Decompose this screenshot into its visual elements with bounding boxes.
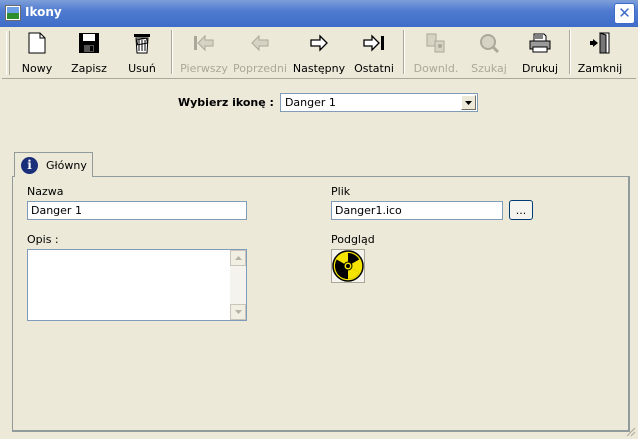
description-field[interactable] (27, 249, 247, 321)
tab-panel: Nazwa Danger 1 Opis : Plik Danger1.ico .… (12, 176, 630, 432)
download-icon (424, 31, 448, 55)
icon-selector-label: Wybierz ikonę : (178, 96, 274, 109)
first-record-icon (192, 31, 216, 55)
close-button[interactable]: Zamknij (575, 27, 625, 77)
browse-button[interactable]: ... (509, 200, 533, 220)
title-bar: Ikony ✕ (0, 0, 638, 27)
exit-door-icon (588, 31, 612, 55)
new-button[interactable]: Nowy (13, 27, 61, 77)
previous-button[interactable]: Poprzedni (231, 27, 289, 77)
next-button[interactable]: Następny (289, 27, 349, 77)
icon-select-value: Danger 1 (284, 96, 336, 109)
printer-icon (528, 31, 552, 55)
scroll-down-icon[interactable] (230, 304, 246, 320)
description-label: Opis : (27, 233, 59, 246)
save-button[interactable]: Zapisz (61, 27, 117, 77)
trash-bin-icon (130, 31, 154, 55)
toolbar-grip[interactable] (6, 31, 10, 75)
file-label: Plik (331, 185, 351, 198)
icon-select[interactable]: Danger 1 (279, 93, 478, 112)
first-button[interactable]: Pierwszy (177, 27, 231, 77)
description-scrollbar[interactable] (230, 250, 246, 320)
preview-label: Podgląd (331, 233, 375, 246)
print-button[interactable]: Drukuj (515, 27, 565, 77)
resize-grip-icon[interactable] (626, 427, 636, 437)
download-button[interactable]: Downld. (409, 27, 463, 77)
toolbar-separator (569, 30, 571, 74)
search-icon (477, 31, 501, 55)
floppy-disk-icon (77, 31, 101, 55)
file-field[interactable]: Danger1.ico (331, 201, 503, 220)
window-title: Ikony (25, 5, 62, 19)
last-button[interactable]: Ostatni (349, 27, 399, 77)
preview-image (331, 249, 365, 283)
toolbar: Nowy Zapisz Usuń Pierwszy Poprzedni Nast… (2, 27, 636, 79)
new-document-icon (25, 31, 49, 55)
scroll-up-icon[interactable] (230, 250, 246, 266)
toolbar-separator (403, 30, 405, 74)
toolbar-separator (171, 30, 173, 74)
delete-button[interactable]: Usuń (117, 27, 167, 77)
radiation-hazard-icon (332, 250, 364, 282)
close-icon: ✕ (618, 4, 631, 22)
picture-icon (5, 5, 21, 21)
name-label: Nazwa (27, 185, 64, 198)
icon-selector-row: Wybierz ikonę : Danger 1 (178, 93, 478, 112)
tab-glowny[interactable]: i Główny (14, 152, 93, 177)
previous-record-icon (248, 31, 272, 55)
tab-label: Główny (46, 158, 87, 172)
close-window-button[interactable]: ✕ (614, 3, 635, 24)
chevron-down-icon[interactable] (460, 95, 476, 110)
search-button[interactable]: Szukaj (463, 27, 515, 77)
next-record-icon (307, 31, 331, 55)
last-record-icon (362, 31, 386, 55)
name-field[interactable]: Danger 1 (27, 201, 247, 220)
info-icon: i (21, 156, 38, 174)
